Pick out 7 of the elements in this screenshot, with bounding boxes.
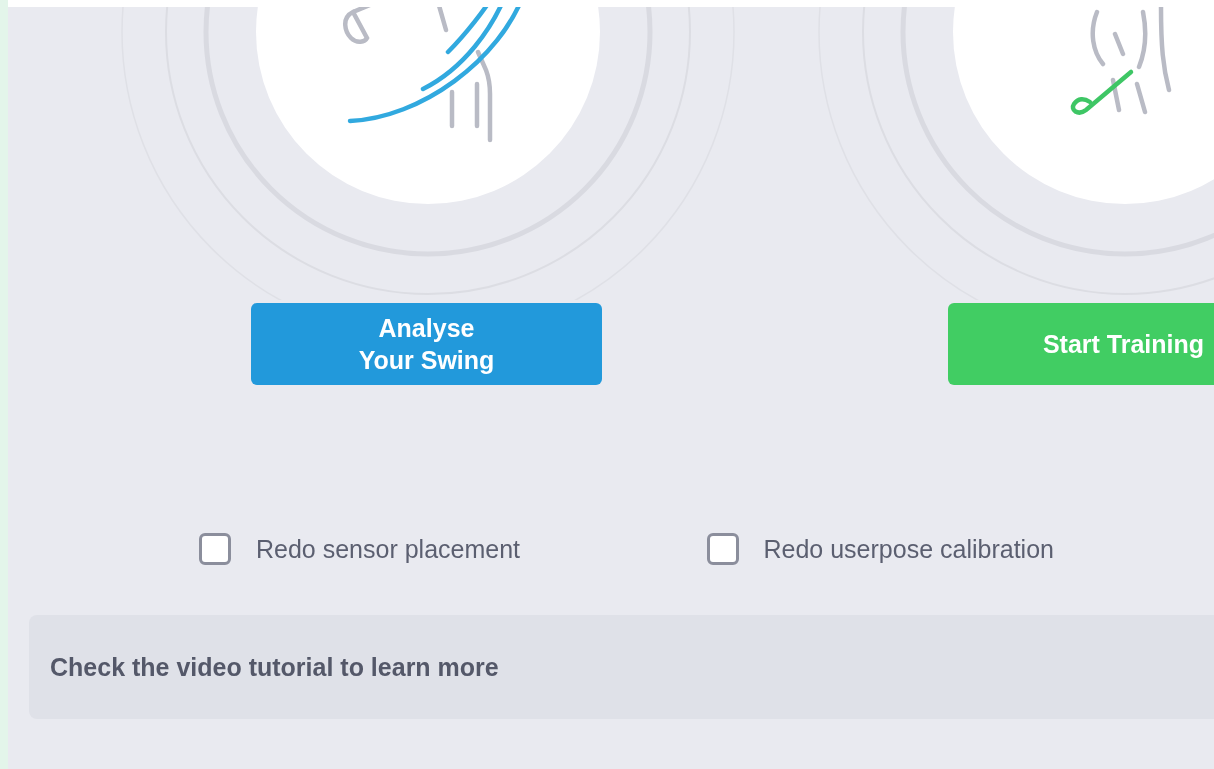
analyse-button[interactable]: Analyse Your Swing xyxy=(251,303,602,385)
checkbox-label: Redo sensor placement xyxy=(256,534,521,564)
tutorial-text: Check the video tutorial to learn more xyxy=(50,652,499,682)
checkbox[interactable] xyxy=(199,533,231,565)
checkbox[interactable] xyxy=(706,533,739,565)
checkbox-label: Redo userpose calibration xyxy=(763,534,1054,564)
training-button[interactable]: Start Training xyxy=(948,303,1214,385)
